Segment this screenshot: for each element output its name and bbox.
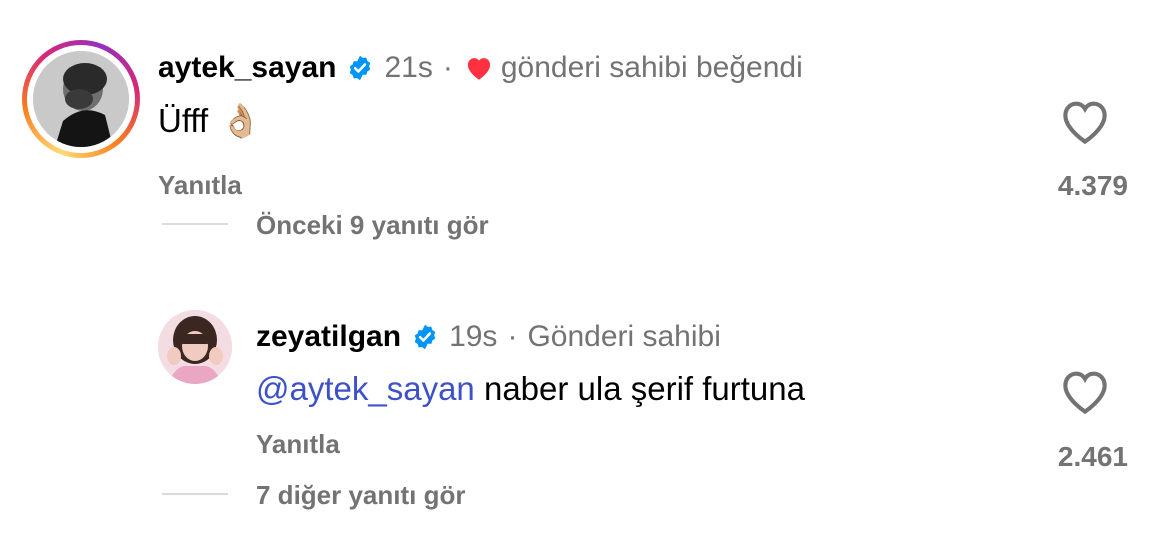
comment-body: Üfff 👌🏼 [158, 98, 261, 144]
mention-link[interactable]: @aytek_sayan [256, 370, 475, 408]
comment-text: naber ula şerif furtuna [474, 370, 805, 407]
red-heart-icon [467, 58, 490, 80]
comment-header: aytek_sayan 21s · gönderi sahibi beğendi [158, 48, 803, 88]
view-previous-replies-button[interactable]: Önceki 9 yanıtı gör [256, 210, 489, 241]
verified-badge-icon [350, 55, 371, 81]
reply-body: @aytek_sayan naber ula şerif furtuna [256, 366, 805, 412]
avatar-photo-aytek [33, 51, 129, 147]
heart-outline-icon[interactable] [1058, 368, 1112, 416]
reply-header: zeyatilgan 19s · Gönderi sahibi [256, 317, 721, 357]
username[interactable]: zeyatilgan [256, 320, 401, 354]
ok-hand-emoji: 👌🏼 [220, 101, 262, 139]
timestamp: 21s [384, 51, 433, 84]
avatar-photo-zeya [158, 310, 232, 384]
comment-text: Üfff [158, 102, 209, 139]
like-count: 4.379 [1057, 170, 1128, 201]
view-more-replies-button[interactable]: 7 diğer yanıtı gör [256, 480, 466, 511]
reply-button[interactable]: Yanıtla [158, 170, 242, 201]
heart-outline-icon[interactable] [1058, 98, 1112, 146]
separator-dot: · [442, 51, 453, 84]
avatar-zeyatilgan[interactable] [158, 310, 232, 384]
avatar-aytek-sayan[interactable] [22, 40, 140, 158]
timestamp: 19s [449, 320, 498, 353]
liked-by-author-label: gönderi sahibi beğendi [500, 51, 803, 84]
thread-line [162, 223, 228, 225]
like-count: 2.461 [1057, 441, 1128, 472]
thread-line [162, 493, 228, 495]
reply-button[interactable]: Yanıtla [256, 429, 340, 460]
separator-dot: · [507, 320, 518, 353]
username[interactable]: aytek_sayan [158, 51, 336, 85]
verified-badge-icon [414, 324, 436, 350]
author-badge: Gönderi sahibi [527, 320, 721, 353]
